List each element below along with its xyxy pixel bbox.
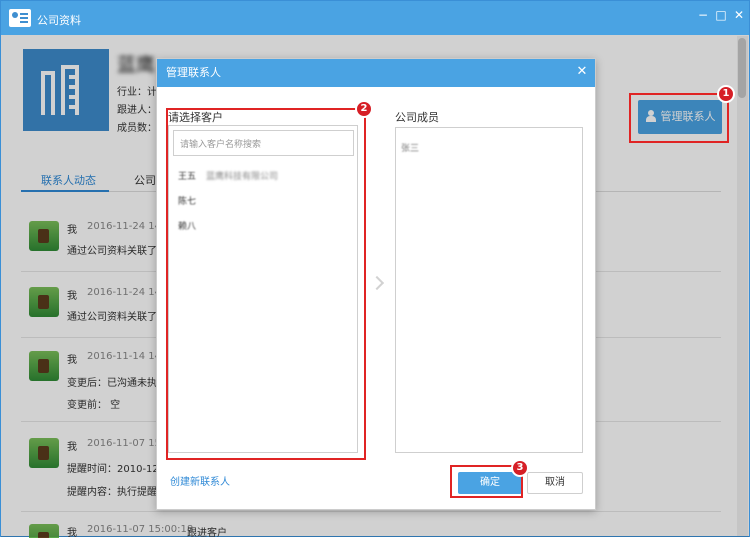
maximize-icon[interactable]: □ bbox=[713, 7, 729, 23]
chevron-right-icon[interactable] bbox=[369, 275, 385, 291]
step-badge-3: 3 bbox=[511, 459, 529, 477]
member-item[interactable]: 张三 bbox=[401, 141, 419, 154]
title-bar: 公司资料 − □ ✕ bbox=[1, 1, 749, 35]
dialog-title: 管理联系人 bbox=[157, 59, 595, 87]
contact-card-icon bbox=[9, 9, 31, 27]
cancel-button[interactable]: 取消 bbox=[527, 472, 583, 494]
dialog-close-icon[interactable]: ✕ bbox=[575, 65, 589, 79]
company-members-label: 公司成员 bbox=[395, 111, 439, 124]
step-badge-2: 2 bbox=[355, 100, 373, 118]
create-contact-link[interactable]: 创建新联系人 bbox=[170, 473, 230, 488]
window-title: 公司资料 bbox=[37, 14, 81, 27]
step-badge-1: 1 bbox=[717, 85, 735, 103]
close-icon[interactable]: ✕ bbox=[731, 7, 747, 23]
company-info-window: 公司资料 − □ ✕ 蓝鹰 行业：计 跟进人： 成员数： 管理联系人 联系人动态… bbox=[0, 0, 750, 538]
highlight-box-2 bbox=[166, 108, 366, 460]
highlight-box-1 bbox=[629, 93, 729, 143]
minimize-icon[interactable]: − bbox=[695, 7, 711, 23]
company-members-panel bbox=[395, 127, 583, 453]
